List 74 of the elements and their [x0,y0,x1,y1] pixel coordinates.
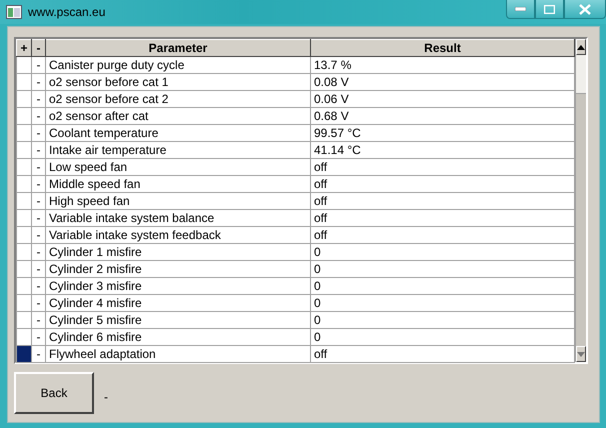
table-cell: o2 sensor before cat 2 [46,90,310,108]
table-cell: - [32,108,46,124]
table-cell: 0 [310,294,574,312]
table-cell: 0 [310,328,574,346]
scrollbar[interactable] [575,39,586,362]
table-cell: - [32,74,46,90]
close-icon [579,4,591,14]
table-cell: 0 [310,260,574,278]
row-indicator[interactable] [16,346,32,362]
table-cell: off [310,346,574,362]
scroll-thumb[interactable] [576,55,586,94]
table-cell: o2 sensor before cat 1 [46,74,310,90]
window-title: www.pscan.eu [28,5,106,19]
table-cell: - [32,56,46,74]
maximize-icon [544,4,555,14]
table-cell: Intake air temperature [46,142,310,158]
table-cell: - [32,226,46,244]
table-cell: - [32,244,46,260]
table-cell: Variable intake system balance [46,210,310,226]
table-cell: Cylinder 6 misfire [46,328,310,346]
table-cell: off [310,226,574,244]
table-cell: - [32,142,46,158]
table-cell: 0.08 V [310,74,574,90]
table-cell: - [32,346,46,362]
app-icon [6,5,22,19]
table-cell: - [32,210,46,226]
minimize-button[interactable] [506,0,535,19]
table-cell: Cylinder 2 misfire [46,260,310,278]
table-cell: off [310,210,574,226]
column-header[interactable]: Result [310,40,574,56]
scroll-up-icon[interactable] [576,39,586,55]
table-cell: 41.14 °C [310,142,574,158]
table-cell: - [32,278,46,294]
table-cell: Cylinder 3 misfire [46,278,310,294]
status-text: - [104,390,108,404]
table-cell: - [32,124,46,142]
table-cell: 13.7 % [310,56,574,74]
table-cell: Low speed fan [46,158,310,176]
close-button[interactable] [564,0,606,19]
table-cell: o2 sensor after cat [46,108,310,124]
table-cell: Cylinder 1 misfire [46,244,310,260]
table-cell: 0 [310,244,574,260]
table-cell: - [32,294,46,312]
scroll-down-icon[interactable] [576,346,586,362]
table-cell: Flywheel adaptation [46,346,310,362]
table-cell: Cylinder 5 misfire [46,312,310,328]
table-cell: Canister purge duty cycle [46,56,310,74]
minimize-icon [515,7,526,11]
table-cell: Middle speed fan [46,176,310,192]
column-header[interactable]: Parameter [46,40,310,56]
table-cell: 0.68 V [310,108,574,124]
table-cell: 0.06 V [310,90,574,108]
table-cell: 99.57 °C [310,124,574,142]
table-cell: - [32,176,46,192]
column-header[interactable]: + [16,40,32,56]
table-cell: - [32,260,46,278]
table-cell: - [32,192,46,210]
table-cell: 0 [310,278,574,294]
table-cell: off [310,158,574,176]
table-cell: Coolant temperature [46,124,310,142]
table-cell: High speed fan [46,192,310,210]
table-cell: off [310,176,574,192]
table-cell: Cylinder 4 misfire [46,294,310,312]
table-cell: - [32,90,46,108]
table-cell: - [32,158,46,176]
table-cell: off [310,192,574,210]
table-cell: - [32,312,46,328]
maximize-button[interactable] [535,0,564,19]
table-cell: 0 [310,312,574,328]
table-cell: Variable intake system feedback [46,226,310,244]
table-cell: - [32,328,46,346]
column-header[interactable]: - [32,40,46,56]
back-button[interactable]: Back [14,372,94,414]
row-indicator[interactable] [16,56,32,74]
